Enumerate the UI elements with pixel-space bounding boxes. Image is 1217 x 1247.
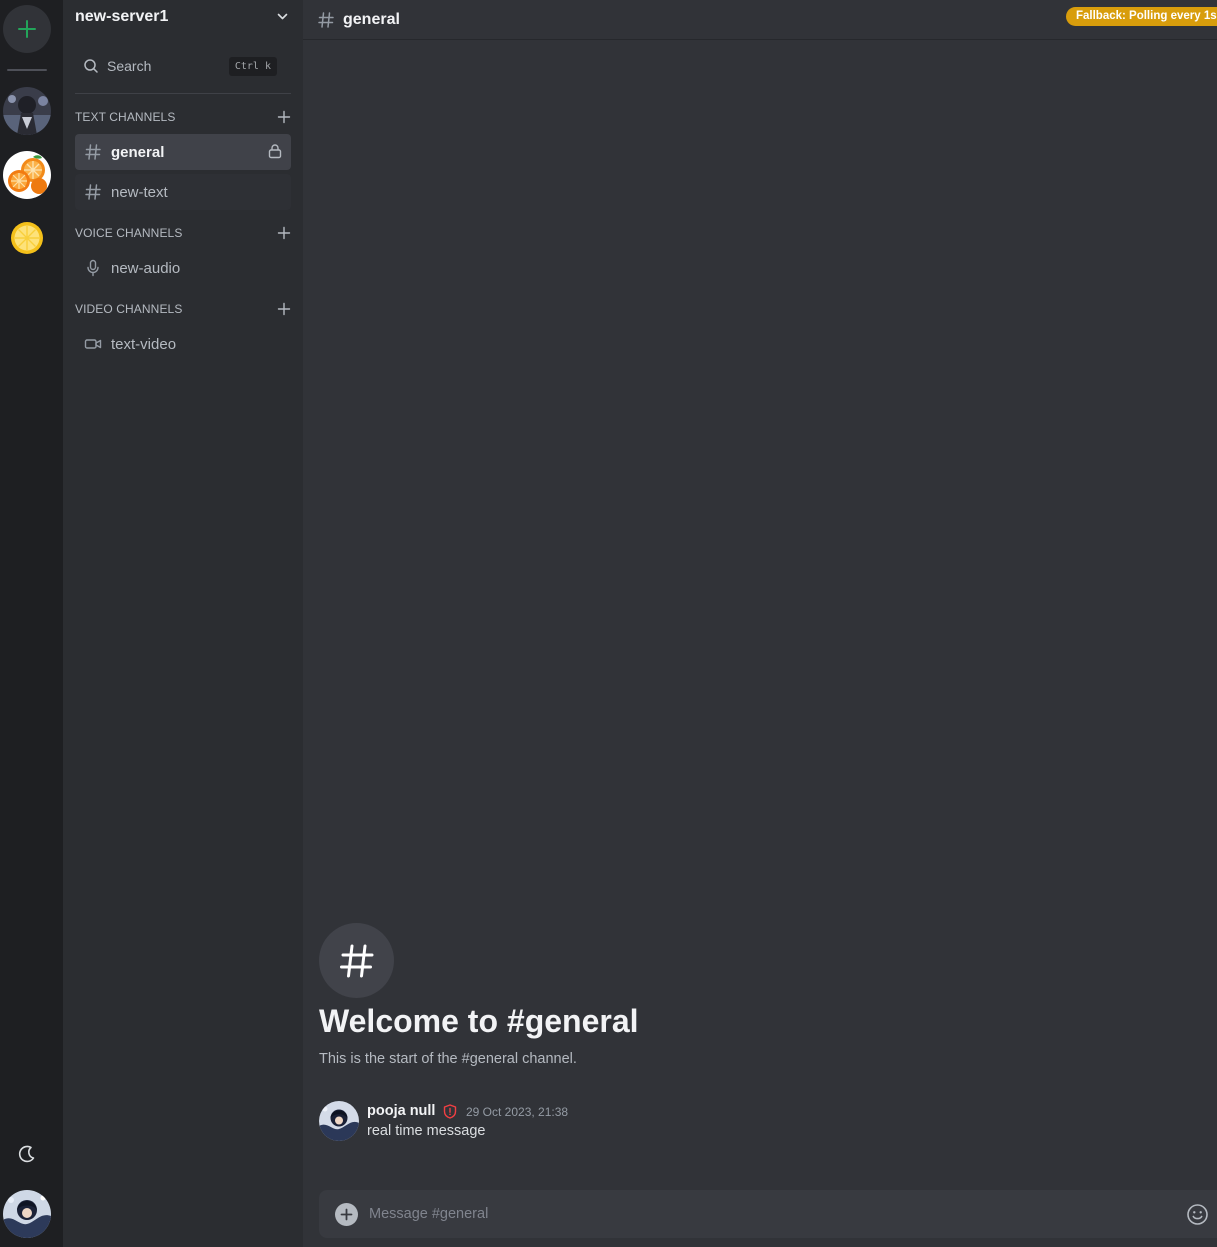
message-content: real time message [367,1123,486,1139]
message-input[interactable] [369,1202,1159,1226]
rail-divider [7,69,47,71]
message-author[interactable]: pooja null [367,1103,435,1119]
welcome-subtitle: This is the start of the #general channe… [319,1051,577,1067]
chat-area: general Fallback: Polling every 1s Welco… [303,0,1217,1247]
search-label: Search [107,58,152,74]
emoji-icon[interactable] [1186,1203,1209,1226]
search-button[interactable]: Search Ctrl k [75,52,285,80]
welcome-title: Welcome to #general [319,1003,639,1039]
server-name: new-server1 [75,8,169,25]
chevron-down-icon [277,13,288,20]
plus-icon [340,1208,353,1221]
channel-title: general [343,10,400,28]
channel-sidebar: new-server1 Search Ctrl k TEXT CHANNELS … [63,0,303,1247]
user-avatar-image [3,1190,51,1238]
lemon-icon [10,221,44,255]
moon-icon[interactable] [16,1143,38,1165]
admin-shield-icon [443,1104,457,1119]
hash-icon [339,944,373,977]
author-avatar-image [319,1101,359,1141]
category-voice-channels[interactable]: VOICE CHANNELS [75,224,291,242]
server-icon-anime[interactable] [3,87,51,135]
lock-icon [268,144,282,159]
message-timestamp: 29 Oct 2023, 21:38 [466,1105,569,1119]
add-channel-icon[interactable] [277,302,291,316]
channel-label: text-video [111,335,177,353]
hash-icon [318,11,334,28]
hash-icon [85,144,101,160]
category-label: VOICE CHANNELS [75,226,183,240]
chat-header: general Fallback: Polling every 1s [303,0,1217,40]
channel-item-general[interactable]: general [75,134,291,170]
keyboard-shortcut: Ctrl k [228,57,277,76]
add-server-button[interactable] [3,5,51,53]
user-avatar[interactable] [3,1190,51,1238]
category-label: TEXT CHANNELS [75,110,176,124]
server-header[interactable]: new-server1 [63,0,303,34]
orange-icon [3,151,51,199]
channel-label: new-text [111,183,168,201]
channel-item-new-text[interactable]: new-text [75,174,291,210]
plus-icon [18,20,36,38]
message-avatar[interactable] [319,1101,359,1141]
channel-label: new-audio [111,259,181,277]
channel-item-text-video[interactable]: text-video [75,326,291,362]
channel-label: general [111,143,165,161]
status-badge: Fallback: Polling every 1s [1066,7,1217,26]
video-camera-icon [84,339,102,349]
hash-icon [85,184,101,200]
sidebar-divider [75,93,291,94]
channel-item-new-audio[interactable]: new-audio [75,250,291,286]
message-item: pooja null 29 Oct 2023, 21:38 real time … [319,1101,1179,1145]
server-icon-orange[interactable] [3,151,51,199]
add-channel-icon[interactable] [277,226,291,240]
category-label: VIDEO CHANNELS [75,302,183,316]
welcome-hash-badge [319,923,394,998]
microphone-icon [87,259,99,277]
server-avatar-image [3,87,51,135]
server-rail [0,0,63,1247]
attach-button[interactable] [335,1203,358,1226]
server-icon-lemon[interactable] [10,221,44,255]
category-text-channels[interactable]: TEXT CHANNELS [75,108,291,126]
category-video-channels[interactable]: VIDEO CHANNELS [75,300,291,318]
add-channel-icon[interactable] [277,110,291,124]
message-composer [319,1190,1217,1238]
search-icon [84,59,98,73]
